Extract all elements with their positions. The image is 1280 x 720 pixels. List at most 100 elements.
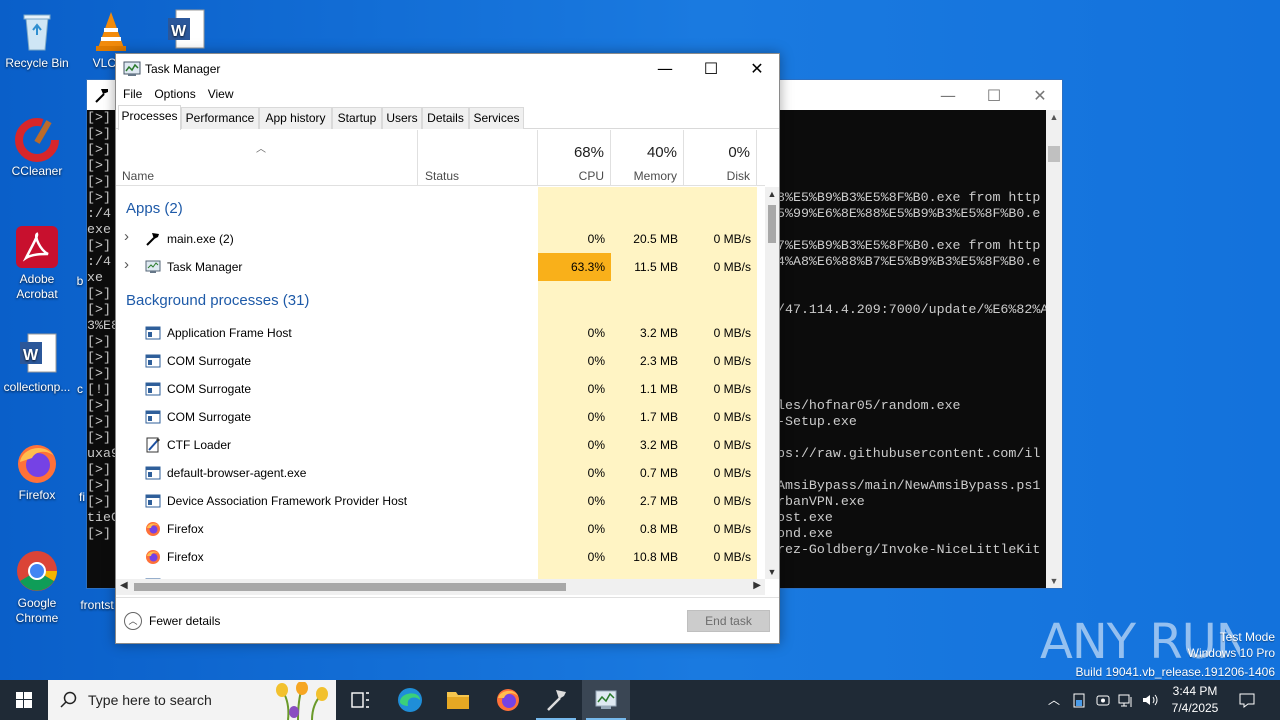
process-list-vertical-scrollbar[interactable]: ▲ ▼ [765,187,779,579]
console-line: [>] [87,190,111,205]
taskbar-firefox[interactable] [484,680,532,720]
desktop-icon-chrome[interactable]: Google Chrome [0,548,74,626]
column-header-memory[interactable]: 40% Memory [611,130,684,186]
network-icon[interactable] [1117,691,1135,709]
group-apps[interactable]: Apps (2) [116,195,765,227]
desktop-icon-partial-frontst[interactable]: frontst [76,598,118,613]
console-minimize-button[interactable]: — [925,84,971,108]
group-title: Background processes (31) [126,292,310,309]
process-row[interactable]: default-browser-agent.exe 0% 0.7 MB 0 MB/s [116,459,765,487]
memory-cell: 1.7 MB [639,410,678,424]
console-line: :/4 [87,254,111,269]
console-line: rbanVPN.exe [777,494,865,509]
scroll-down-arrow-icon[interactable]: ▼ [765,567,779,577]
console-line: [>] [87,286,111,301]
taskbar-edge[interactable] [386,680,434,720]
console-line: [>] [87,414,111,429]
column-header-name[interactable]: ︿ Name [116,130,418,186]
process-row[interactable]: COM Surrogate 0% 1.1 MB 0 MB/s [116,375,765,403]
task-manager-window[interactable]: Task Manager — ☐ ✕ File Options View Proce… [115,53,780,644]
edge-icon [398,688,422,712]
process-list-horizontal-scrollbar[interactable]: ◀ ▶ [116,579,765,595]
column-header-cpu[interactable]: 68% CPU [538,130,611,186]
scroll-right-arrow-icon[interactable]: ▶ [753,580,761,591]
scroll-down-arrow-icon[interactable]: ▼ [1046,576,1062,586]
task-view-button[interactable] [336,680,384,720]
task-manager-titlebar[interactable]: Task Manager — ☐ ✕ [116,54,779,84]
menu-file[interactable]: File [116,84,148,104]
process-row[interactable]: Application Frame Host 0% 3.2 MB 0 MB/s [116,319,765,347]
system-clock[interactable]: 3:44 PM 7/4/2025 [1164,683,1226,717]
process-row[interactable]: › main.exe (2) 0% 20.5 MB 0 MB/s [116,225,765,253]
chevron-up-icon[interactable]: ︿ [124,612,142,630]
process-row[interactable]: COM Surrogate 0% 1.7 MB 0 MB/s [116,403,765,431]
volume-icon[interactable] [1141,691,1159,709]
desktop-icon-recycle-bin[interactable]: Recycle Bin [0,8,74,71]
chevron-right-icon[interactable]: › [124,256,129,273]
tab-details[interactable]: Details [422,107,469,129]
tab-performance[interactable]: Performance [181,107,259,129]
start-button[interactable] [0,680,48,720]
end-task-button[interactable]: End task [687,610,770,632]
column-header-disk[interactable]: 0% Disk [684,130,757,186]
process-row[interactable]: Device Association Framework Provider Ho… [116,487,765,515]
console-line: [>] [87,126,111,141]
process-row[interactable]: Firefox 0% 0.8 MB 0 MB/s [116,515,765,543]
process-row[interactable]: › Task Manager 63.3% 11.5 MB 0 MB/s [116,253,765,281]
console-line: /47.114.4.209:7000/update/%E6%82%A [777,302,1046,317]
disk-cell: 0 MB/s [713,494,751,508]
desktop-icon-adobe-acrobat[interactable]: Adobe Acrobat [0,224,74,302]
desktop-icon-ccleaner[interactable]: CCleaner [0,116,74,179]
taskbar-file-explorer[interactable] [434,680,482,720]
console-maximize-button[interactable]: ☐ [971,84,1017,108]
scroll-up-arrow-icon[interactable]: ▲ [1046,112,1062,122]
tab-app-history[interactable]: App history [259,107,332,129]
cloud-sync-icon[interactable] [1094,691,1112,709]
menu-view[interactable]: View [202,84,240,104]
close-button[interactable]: ✕ [734,54,780,84]
chevron-right-icon[interactable]: › [124,228,129,245]
minimize-button[interactable]: — [642,54,688,84]
watermark-build: Build 19041.vb_release.191206-1406 [1075,665,1276,679]
process-row[interactable]: Firefox 0% 10.8 MB 0 MB/s [116,543,765,571]
hammer-icon [145,231,161,247]
battery-icon[interactable] [1070,691,1088,709]
tab-processes[interactable]: Processes [118,105,181,130]
desktop-icon-collection-doc[interactable]: W collectionp... [0,332,74,395]
disk-cell: 0 MB/s [713,382,751,396]
process-row[interactable]: CTF Loader 0% 3.2 MB 0 MB/s [116,431,765,459]
maximize-button[interactable]: ☐ [688,54,734,84]
acrobat-icon [14,224,60,270]
taskbar-main-exe[interactable] [532,680,580,720]
process-row[interactable]: COM Surrogate 0% 2.3 MB 0 MB/s [116,347,765,375]
chrome-icon [14,548,60,594]
scroll-up-arrow-icon[interactable]: ▲ [765,189,779,199]
console-scrollbar[interactable]: ▲ ▼ [1046,110,1062,588]
process-name: Task Manager [167,260,243,274]
taskbar-task-manager[interactable] [582,680,630,720]
scroll-left-arrow-icon[interactable]: ◀ [120,580,128,591]
horizontal-scroll-thumb[interactable] [134,583,566,591]
desktop-icon-word-doc[interactable]: W [148,8,222,56]
column-label: Status [425,169,460,183]
console-line: les/hofnar05/random.exe [777,398,961,413]
desktop-icon-firefox[interactable]: Firefox [0,440,74,503]
fewer-details-link[interactable]: Fewer details [149,614,220,628]
tab-services[interactable]: Services [469,107,524,129]
column-header-status[interactable]: Status [418,130,538,186]
process-name: Application Frame Host [167,326,292,340]
chevron-up-icon[interactable]: ︿ [1045,691,1063,709]
taskbar-search-box[interactable]: Type here to search [48,680,336,720]
notification-icon[interactable] [1238,691,1256,709]
tab-startup[interactable]: Startup [332,107,382,129]
tab-users[interactable]: Users [382,107,422,129]
console-scroll-thumb[interactable] [1048,146,1060,162]
console-close-button[interactable]: ✕ [1017,84,1063,108]
menu-options[interactable]: Options [148,84,201,104]
vertical-scroll-thumb[interactable] [768,205,776,243]
group-background[interactable]: Background processes (31) [116,287,765,319]
console-line: [>] [87,430,111,445]
